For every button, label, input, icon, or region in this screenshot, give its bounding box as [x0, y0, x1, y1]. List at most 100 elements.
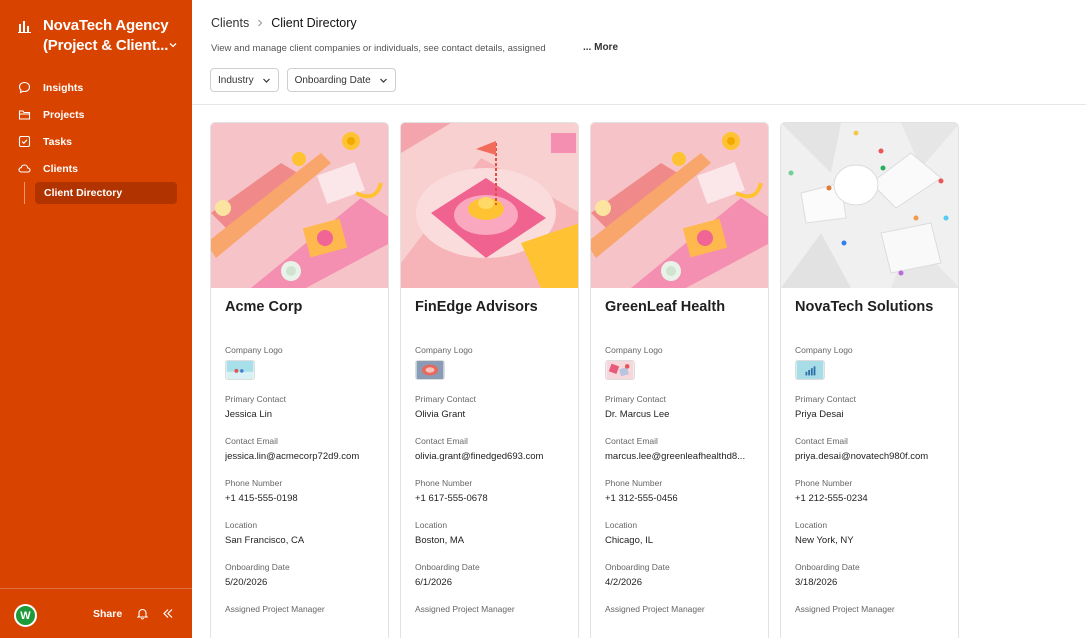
- page-description: View and manage client companies or indi…: [211, 43, 546, 54]
- sidebar-item-label: Insights: [43, 81, 84, 94]
- sidebar: NovaTech Agency (Project & Client... Ins…: [0, 0, 192, 638]
- cover-image: [401, 123, 578, 288]
- workspace-name: NovaTech Agency (Project & Client...: [43, 17, 169, 54]
- collapse-sidebar-icon[interactable]: [161, 607, 174, 620]
- sidebar-item-label: Clients: [43, 162, 79, 175]
- primary-contact: Jessica Lin: [225, 409, 272, 420]
- field-label: Location: [795, 520, 828, 530]
- location: Boston, MA: [415, 535, 465, 546]
- location: San Francisco, CA: [225, 535, 305, 546]
- field-label: Onboarding Date: [605, 562, 670, 572]
- filter-bar: Industry Onboarding Date: [210, 68, 396, 92]
- field-label: Primary Contact: [795, 394, 856, 404]
- contact-email[interactable]: olivia.grant@finedged693.com: [415, 451, 564, 469]
- contact-email[interactable]: jessica.lin@acmecorp72d9.com: [225, 451, 374, 469]
- sidebar-nav: Insights Projects Tasks Clients Client D…: [0, 74, 192, 208]
- breadcrumb-clients[interactable]: Clients: [211, 16, 249, 30]
- client-card-grid: Acme Corp Company Logo Primary Contact J…: [210, 122, 959, 638]
- main-content: Clients Client Directory View and manage…: [192, 0, 1086, 638]
- company-logo-thumbnail[interactable]: [605, 360, 635, 380]
- field-label: Assigned Project Manager: [225, 604, 325, 614]
- field-label: Contact Email: [795, 436, 848, 446]
- avatar[interactable]: W: [14, 604, 37, 627]
- filter-industry[interactable]: Industry: [210, 68, 279, 92]
- phone-number[interactable]: +1 312-555-0456: [605, 493, 754, 511]
- company-logo-thumbnail[interactable]: [415, 360, 445, 380]
- chevron-right-icon: [258, 19, 263, 27]
- onboarding-date: 4/2/2026: [605, 577, 642, 588]
- field-label: Phone Number: [605, 478, 663, 488]
- checkbox-icon: [18, 135, 31, 148]
- filter-onboarding-date[interactable]: Onboarding Date: [286, 68, 396, 92]
- cloud-icon: [18, 164, 31, 173]
- client-name: Acme Corp: [225, 299, 303, 315]
- sidebar-item-insights[interactable]: Insights: [0, 74, 192, 101]
- contact-email[interactable]: marcus.lee@greenleafhealthd8...: [605, 451, 754, 469]
- company-logo-thumbnail[interactable]: [795, 360, 825, 380]
- contact-email[interactable]: priya.desai@novatech980f.com: [795, 451, 944, 469]
- location: Chicago, IL: [605, 535, 654, 546]
- breadcrumb: Clients Client Directory: [211, 16, 357, 30]
- phone-number[interactable]: +1 415-555-0198: [225, 493, 374, 511]
- field-label: Assigned Project Manager: [605, 604, 705, 614]
- bar-chart-icon: [18, 21, 31, 33]
- field-label: Contact Email: [605, 436, 658, 446]
- card-body: Acme Corp Company Logo Primary Contact J…: [211, 288, 388, 614]
- field-label: Primary Contact: [415, 394, 476, 404]
- field-label: Onboarding Date: [795, 562, 860, 572]
- cover-image: [591, 123, 768, 288]
- onboarding-date: 3/18/2026: [795, 577, 838, 588]
- chevron-down-icon: [169, 43, 177, 48]
- primary-contact: Priya Desai: [795, 409, 844, 420]
- chevron-down-icon: [262, 78, 270, 83]
- onboarding-date: 6/1/2026: [415, 577, 452, 588]
- field-label: Primary Contact: [225, 394, 286, 404]
- field-label: Onboarding Date: [225, 562, 290, 572]
- onboarding-date: 5/20/2026: [225, 577, 268, 588]
- header-divider: [192, 104, 1086, 105]
- field-label: Location: [415, 520, 448, 530]
- company-logo-thumbnail[interactable]: [225, 360, 255, 380]
- phone-number[interactable]: +1 617-555-0678: [415, 493, 564, 511]
- cover-image: [781, 123, 958, 288]
- client-card[interactable]: Acme Corp Company Logo Primary Contact J…: [210, 122, 389, 638]
- subnav-line: [24, 182, 25, 204]
- field-label: Company Logo: [795, 345, 853, 355]
- location: New York, NY: [795, 535, 854, 546]
- client-card[interactable]: NovaTech Solutions Company Logo Primary …: [780, 122, 959, 638]
- card-body: NovaTech Solutions Company Logo Primary …: [781, 288, 958, 614]
- client-card[interactable]: GreenLeaf Health Company Logo Primary Co…: [590, 122, 769, 638]
- field-label: Phone Number: [415, 478, 473, 488]
- bell-icon[interactable]: [136, 607, 149, 620]
- cover-image: [211, 123, 388, 288]
- client-card[interactable]: FinEdge Advisors Company Logo Primary Co…: [400, 122, 579, 638]
- sidebar-item-clients[interactable]: Clients: [0, 155, 192, 182]
- primary-contact: Olivia Grant: [415, 409, 466, 420]
- field-label: Assigned Project Manager: [795, 604, 895, 614]
- sidebar-item-label: Projects: [43, 108, 85, 121]
- client-name: FinEdge Advisors: [415, 299, 538, 315]
- share-button[interactable]: Share: [93, 608, 122, 620]
- field-label: Phone Number: [225, 478, 283, 488]
- field-label: Assigned Project Manager: [415, 604, 515, 614]
- filter-label: Onboarding Date: [294, 74, 371, 86]
- more-button[interactable]: ... More: [583, 42, 618, 53]
- sidebar-footer: W Share: [0, 588, 192, 638]
- sidebar-item-projects[interactable]: Projects: [0, 101, 192, 128]
- sidebar-item-client-directory[interactable]: Client Directory: [35, 182, 177, 204]
- field-label: Company Logo: [225, 345, 283, 355]
- client-name: GreenLeaf Health: [605, 299, 726, 315]
- field-label: Contact Email: [415, 436, 468, 446]
- field-label: Primary Contact: [605, 394, 666, 404]
- sidebar-item-tasks[interactable]: Tasks: [0, 128, 192, 155]
- field-label: Phone Number: [795, 478, 853, 488]
- chevron-down-icon: [379, 78, 387, 83]
- sidebar-subnav: Client Directory: [0, 182, 192, 208]
- filter-label: Industry: [218, 74, 254, 86]
- field-label: Contact Email: [225, 436, 278, 446]
- field-label: Onboarding Date: [415, 562, 480, 572]
- card-body: FinEdge Advisors Company Logo Primary Co…: [401, 288, 578, 614]
- field-label: Company Logo: [605, 345, 663, 355]
- field-label: Location: [225, 520, 258, 530]
- phone-number[interactable]: +1 212-555-0234: [795, 493, 944, 511]
